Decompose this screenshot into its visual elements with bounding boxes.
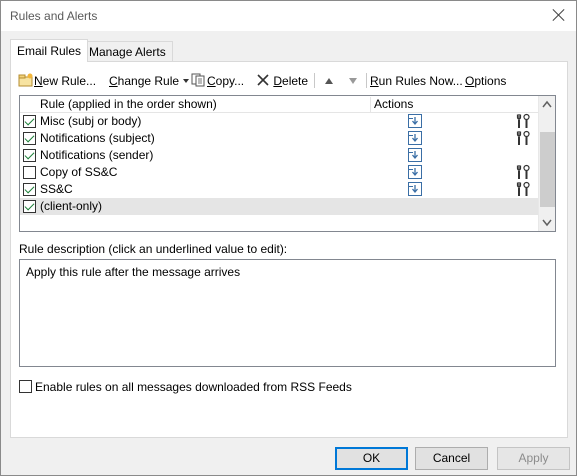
rule-enabled-checkbox[interactable] <box>23 115 36 128</box>
rule-tools-icon <box>515 130 531 146</box>
change-rule-button[interactable]: Change Rule <box>109 72 190 90</box>
run-rules-now-button[interactable]: Run Rules Now... <box>370 72 463 90</box>
window-title: Rules and Alerts <box>10 9 98 23</box>
rules-toolbar: New Rule... Change Rule Copy... Delete R… <box>18 70 558 90</box>
rule-enabled-checkbox[interactable] <box>23 132 36 145</box>
rule-row[interactable]: Notifications (subject) <box>20 130 539 147</box>
move-up-button[interactable] <box>324 72 334 90</box>
rule-name: Notifications (sender) <box>40 148 154 162</box>
rule-row[interactable]: Misc (subj or body) <box>20 113 539 130</box>
rule-name: Misc (subj or body) <box>40 114 142 128</box>
scroll-down-icon[interactable] <box>539 214 555 231</box>
triangle-up-icon <box>325 78 333 84</box>
toolbar-separator <box>314 73 315 88</box>
rule-row[interactable]: Copy of SS&C <box>20 164 539 181</box>
move-to-folder-icon <box>407 181 423 197</box>
new-rule-button[interactable]: New Rule... <box>18 72 96 90</box>
toolbar-separator <box>366 73 367 88</box>
rule-row[interactable]: SS&C <box>20 181 539 198</box>
rule-name: (client-only) <box>40 199 103 213</box>
rule-row[interactable]: (client-only) <box>20 198 539 215</box>
apply-button[interactable]: Apply <box>497 447 570 470</box>
move-to-folder-icon <box>407 113 423 129</box>
rule-name: Copy of SS&C <box>40 165 118 179</box>
rule-row[interactable]: Notifications (sender) <box>20 147 539 164</box>
copy-icon <box>191 73 205 87</box>
column-divider[interactable] <box>370 97 371 112</box>
rss-checkbox[interactable] <box>19 380 32 393</box>
tab-manage-alerts[interactable]: Manage Alerts <box>82 41 173 61</box>
close-icon[interactable] <box>552 8 566 22</box>
options-button[interactable]: Options <box>465 72 506 90</box>
rule-enabled-checkbox[interactable] <box>23 166 36 179</box>
rule-enabled-checkbox[interactable] <box>23 200 36 213</box>
rules-list[interactable]: Rule (applied in the order shown) Action… <box>19 95 556 232</box>
delete-rule-button[interactable]: Delete <box>256 72 308 90</box>
move-to-folder-icon <box>407 130 423 146</box>
delete-icon <box>257 74 269 86</box>
column-header-rule[interactable]: Rule (applied in the order shown) <box>40 97 217 111</box>
copy-rule-button[interactable]: Copy... <box>191 72 244 90</box>
chevron-down-icon <box>183 79 190 83</box>
rule-enabled-checkbox[interactable] <box>23 149 36 162</box>
rule-tools-icon <box>515 181 531 197</box>
tab-email-rules[interactable]: Email Rules <box>10 39 89 62</box>
rule-name: Notifications (subject) <box>40 131 155 145</box>
list-header: Rule (applied in the order shown) Action… <box>20 96 539 113</box>
scroll-up-icon[interactable] <box>539 96 555 113</box>
new-rule-icon <box>18 73 33 87</box>
rule-name: SS&C <box>40 182 73 196</box>
ok-button[interactable]: OK <box>335 447 408 470</box>
move-to-folder-icon <box>407 164 423 180</box>
rule-enabled-checkbox[interactable] <box>23 183 36 196</box>
scrollbar-thumb[interactable] <box>540 132 555 207</box>
move-to-folder-icon <box>407 147 423 163</box>
move-down-button[interactable] <box>348 72 358 90</box>
cancel-button[interactable]: Cancel <box>415 447 488 470</box>
rss-checkbox-label[interactable]: Enable rules on all messages downloaded … <box>35 380 352 394</box>
rules-rows: Misc (subj or body) Notifications (subjec… <box>20 113 539 215</box>
email-rules-panel: New Rule... Change Rule Copy... Delete R… <box>10 61 568 438</box>
rule-tools-icon <box>515 164 531 180</box>
vertical-scrollbar[interactable] <box>538 96 555 231</box>
description-label: Rule description (click an underlined va… <box>19 242 288 256</box>
triangle-down-icon <box>349 78 357 84</box>
rule-description-text: Apply this rule after the message arrive… <box>26 265 241 279</box>
rules-and-alerts-dialog: Rules and Alerts Email Rules Manage Aler… <box>0 0 577 476</box>
rule-tools-icon <box>515 113 531 129</box>
rule-description-box[interactable]: Apply this rule after the message arrive… <box>19 259 556 367</box>
title-bar: Rules and Alerts <box>1 1 576 31</box>
column-header-actions[interactable]: Actions <box>374 97 413 111</box>
